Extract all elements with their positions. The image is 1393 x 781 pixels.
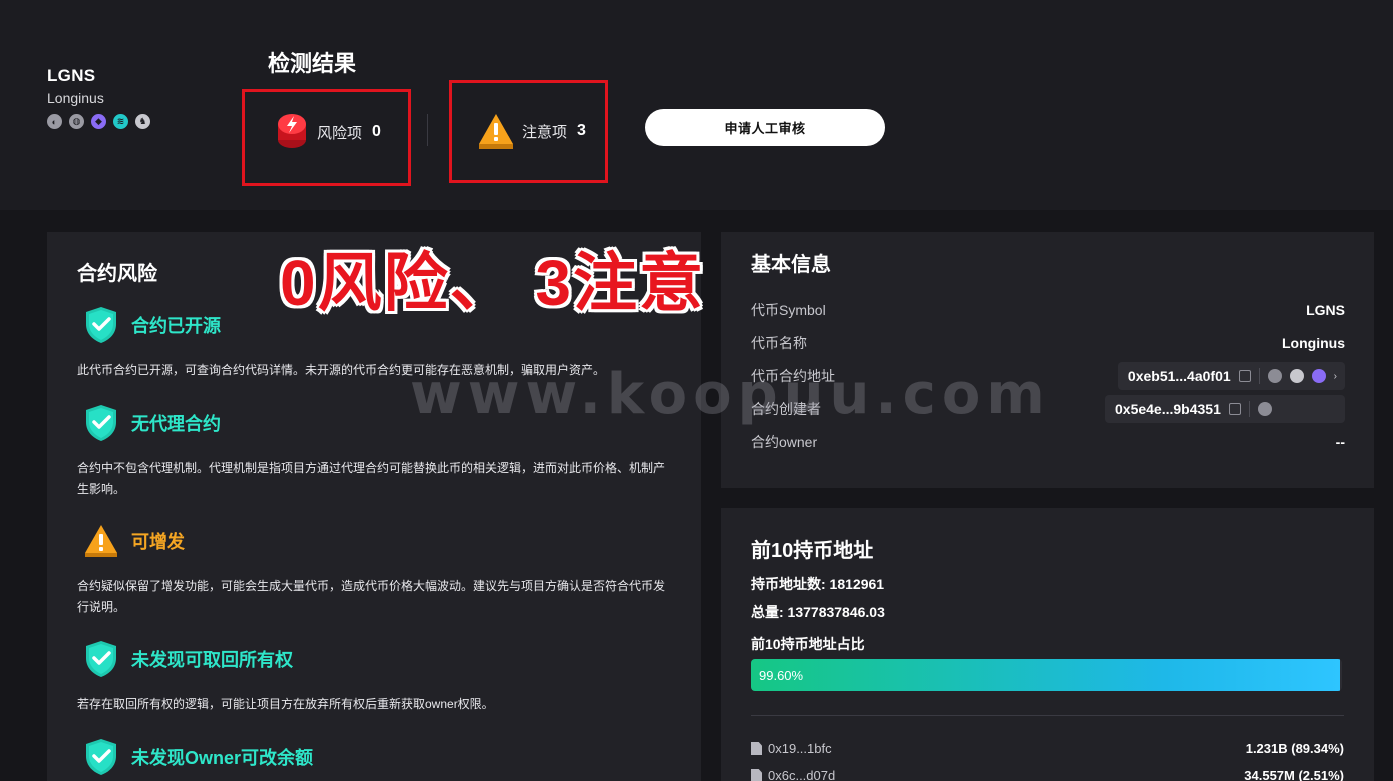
- holder-address[interactable]: 0x19...1bfc: [768, 741, 832, 756]
- info-value: Longinus: [1282, 335, 1345, 351]
- holder-address[interactable]: 0x6c...d07d: [768, 768, 835, 781]
- explorer-3-icon[interactable]: [1311, 369, 1326, 383]
- info-row-owner: 合约owner --: [751, 428, 1345, 456]
- info-value: LGNS: [1306, 302, 1345, 318]
- risk-item-desc: 若存在取回所有权的逻辑，可能让项目方在放弃所有权后重新获取owner权限。: [77, 697, 494, 711]
- risk-item-title: 合约已开源: [131, 316, 221, 336]
- info-value: --: [1335, 434, 1345, 450]
- info-row-name: 代币名称 Longinus: [751, 329, 1345, 357]
- creator-address-pill[interactable]: 0x5e4e...9b4351: [1105, 395, 1345, 423]
- chain-4-icon[interactable]: ≋: [113, 114, 128, 129]
- token-symbol: LGNS: [47, 66, 96, 85]
- chain-3-icon[interactable]: ◆: [91, 114, 106, 129]
- holder-amount: 34.557M (2.51%): [1244, 768, 1344, 781]
- risk-item-mintable: 可增发: [84, 522, 185, 560]
- contract-address[interactable]: 0xeb51...4a0f01: [1128, 368, 1231, 384]
- document-icon: [751, 742, 762, 755]
- copy-icon[interactable]: [1228, 403, 1241, 415]
- info-label: 代币Symbol: [751, 302, 826, 318]
- holder-total: 总量: 1377837846.03: [751, 604, 885, 620]
- top10-ratio-title: 前10持币地址占比: [751, 636, 865, 652]
- separator: [1248, 401, 1250, 417]
- top10-ratio-text: 99.60%: [759, 667, 804, 683]
- summary-header: LGNS Longinus ◐ ◍ ◆ ≋ ♞ 检测结果 风险项 0 注意项 3…: [0, 0, 1393, 210]
- risk-item-title: 未发现Owner可改余额: [131, 748, 314, 768]
- risk-item-desc: 合约疑似保留了增发功能，可能会生成大量代币，造成代币价格大幅波动。建议先与项目方…: [77, 579, 666, 614]
- top10-ratio-fill: 99.60%: [751, 659, 1340, 691]
- risk-item-owner-balance: 未发现Owner可改余额: [84, 738, 313, 776]
- info-label: 代币名称: [751, 335, 807, 351]
- explorer-1-icon[interactable]: [1267, 369, 1282, 383]
- document-icon: [751, 769, 762, 781]
- info-label: 合约owner: [751, 434, 818, 450]
- divider: [751, 715, 1344, 716]
- holder-amount: 1.231B (89.34%): [1245, 741, 1344, 756]
- top10-ratio-bar: 99.60%: [751, 659, 1342, 691]
- watermark-text: www.koopuu.com: [410, 362, 1051, 427]
- annotation-box-warn: [449, 80, 608, 183]
- chevron-right-icon[interactable]: ›: [1334, 371, 1337, 382]
- explorer-1-icon[interactable]: [1257, 402, 1272, 416]
- token-name: Longinus: [47, 90, 104, 106]
- copy-icon[interactable]: [1238, 370, 1251, 382]
- contract-risk-title: 合约风险: [77, 263, 157, 285]
- risk-item-no-proxy: 无代理合约: [84, 404, 221, 442]
- divider: [427, 114, 428, 146]
- separator: [1258, 368, 1260, 384]
- risk-item-title: 可增发: [131, 532, 185, 552]
- annotation-overlay-text: 0风险、 3注意: [280, 247, 705, 319]
- risk-item-open-source: 合约已开源: [84, 306, 221, 344]
- shield-check-icon: [86, 739, 116, 775]
- creator-address[interactable]: 0x5e4e...9b4351: [1115, 401, 1221, 417]
- risk-item-desc: 合约中不包含代理机制。代理机制是指项目方通过代理合约可能替换此币的相关逻辑，进而…: [77, 461, 666, 496]
- apply-manual-review-button[interactable]: 申请人工审核: [645, 109, 885, 146]
- risk-item-title: 未发现可取回所有权: [131, 650, 293, 670]
- info-row-symbol: 代币Symbol LGNS: [751, 296, 1345, 324]
- holder-row[interactable]: 0x19...1bfc 1.231B (89.34%): [751, 741, 1344, 756]
- shield-check-icon: [86, 307, 116, 343]
- basic-info-title: 基本信息: [751, 254, 831, 276]
- risk-item-title: 无代理合约: [131, 414, 221, 434]
- warning-triangle-icon: [85, 525, 117, 557]
- risk-item-no-reclaim-ownership: 未发现可取回所有权: [84, 640, 293, 678]
- result-title: 检测结果: [268, 51, 357, 76]
- shield-check-icon: [86, 641, 116, 677]
- holder-count: 持币地址数: 1812961: [751, 576, 885, 592]
- annotation-box-risk: [242, 89, 411, 186]
- chain-icon-list: ◐ ◍ ◆ ≋ ♞: [47, 114, 150, 129]
- top-holders-title: 前10持币地址: [751, 540, 874, 562]
- holder-row[interactable]: 0x6c...d07d 34.557M (2.51%): [751, 768, 1344, 781]
- chain-1-icon[interactable]: ◐: [47, 114, 62, 129]
- contract-address-pill[interactable]: 0xeb51...4a0f01 ›: [1117, 362, 1345, 390]
- chain-2-icon[interactable]: ◍: [69, 114, 84, 129]
- explorer-2-icon[interactable]: [1289, 369, 1304, 383]
- shield-check-icon: [86, 405, 116, 441]
- chain-5-icon[interactable]: ♞: [135, 114, 150, 129]
